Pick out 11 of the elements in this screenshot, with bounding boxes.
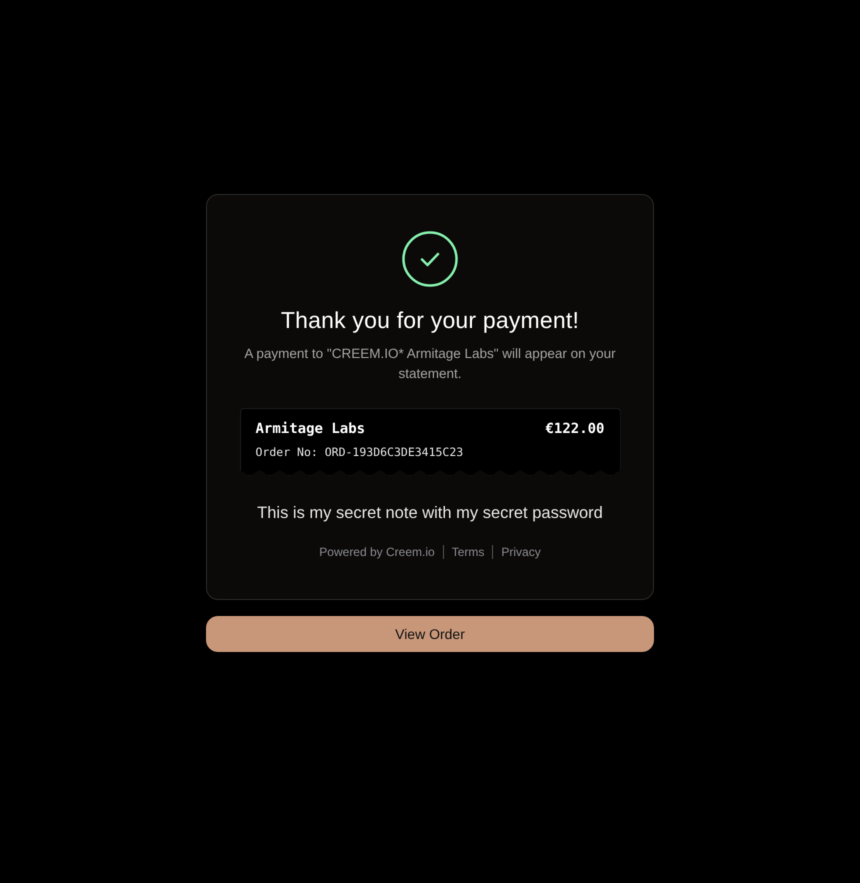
order-number: Order No: ORD-193D6C3DE3415C23 bbox=[256, 445, 464, 459]
footer-link[interactable]: Privacy bbox=[501, 545, 541, 559]
statement-message: A payment to "CREEM.IO* Armitage Labs" will appear on your statement. bbox=[243, 345, 617, 383]
success-check-icon bbox=[402, 231, 458, 287]
merchant-name: Armitage Labs bbox=[256, 421, 366, 437]
footer-link[interactable]: Powered by Creem.io bbox=[319, 545, 435, 559]
page-title: Thank you for your payment! bbox=[280, 307, 580, 334]
order-note: This is my secret note with my secret password bbox=[257, 504, 603, 523]
footer-link[interactable]: Terms bbox=[452, 545, 484, 559]
view-order-button[interactable]: View Order bbox=[206, 616, 654, 652]
order-amount: €122.00 bbox=[545, 421, 604, 437]
